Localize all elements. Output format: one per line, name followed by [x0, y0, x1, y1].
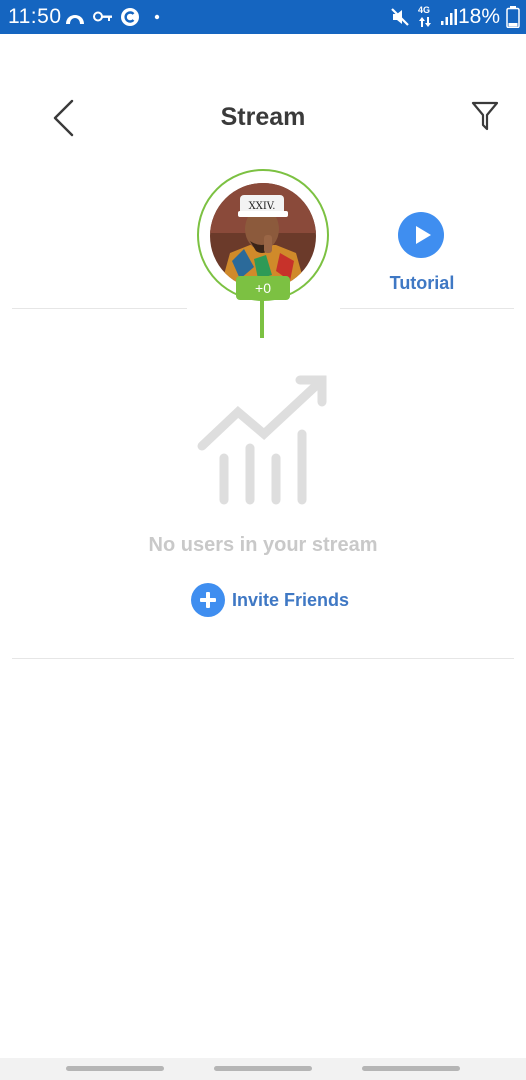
status-bar: 11:50 4G 18%: [0, 0, 526, 34]
tutorial-label[interactable]: Tutorial: [372, 273, 472, 294]
play-icon: [416, 226, 431, 244]
avatar[interactable]: XXIV.: [210, 183, 316, 289]
score-stem: [260, 300, 264, 338]
network-type: 4G: [418, 5, 431, 15]
filter-icon[interactable]: [470, 100, 500, 132]
data-arrows-icon: [419, 17, 431, 27]
weather-icon: [66, 15, 84, 24]
svg-text:XXIV.: XXIV.: [249, 201, 276, 212]
growth-chart-icon: [197, 375, 327, 505]
plus-icon: [191, 583, 225, 617]
battery-level: 18%: [457, 5, 500, 28]
status-time: 11:50: [8, 5, 62, 28]
vpn-key-icon: [93, 11, 112, 22]
divider-bottom: [12, 658, 514, 659]
invite-friends-button[interactable]: Invite Friends: [191, 583, 349, 617]
divider-right: [340, 308, 514, 309]
navigation-bar: [0, 1058, 526, 1080]
invite-friends-label: Invite Friends: [232, 589, 350, 610]
signal-icon: [441, 9, 457, 25]
avatar-image: XXIV.: [210, 183, 316, 289]
battery-icon: [506, 6, 520, 28]
page-title: Stream: [220, 103, 306, 131]
empty-state-message: No users in your stream: [148, 534, 378, 556]
divider-left: [12, 308, 187, 309]
nav-recents-handle[interactable]: [66, 1066, 164, 1071]
mute-icon: [391, 8, 409, 26]
score-badge: +0: [236, 276, 290, 300]
nav-back-handle[interactable]: [362, 1066, 460, 1071]
c-app-icon: [121, 8, 139, 26]
nav-home-handle[interactable]: [214, 1066, 312, 1071]
tutorial-button[interactable]: [398, 212, 444, 258]
dot-icon: [154, 14, 160, 20]
